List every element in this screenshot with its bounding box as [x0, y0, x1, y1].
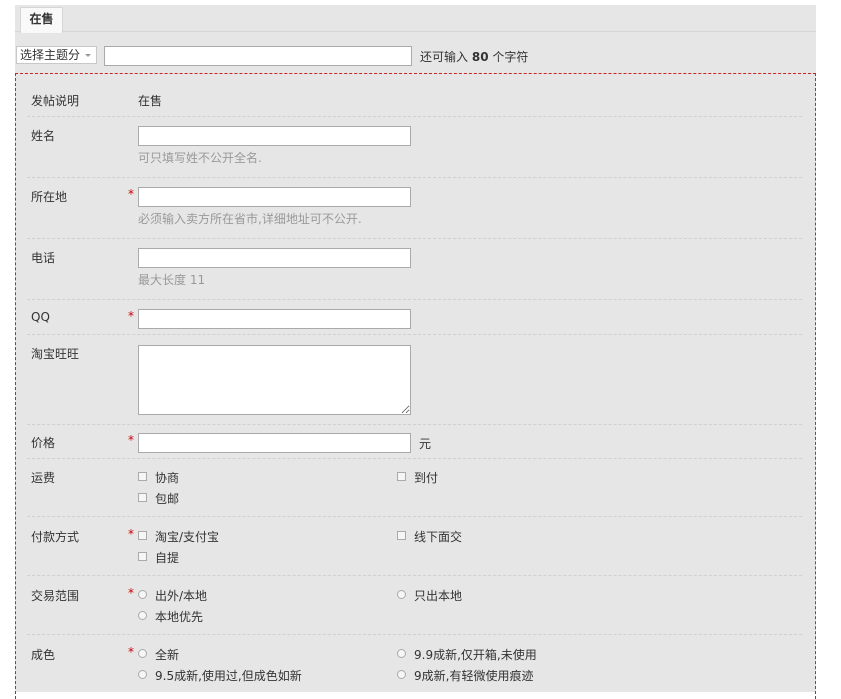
- checkbox[interactable]: [138, 493, 147, 502]
- subject-category-label: 选择主题分: [20, 48, 81, 62]
- notice-label: 发帖说明: [31, 94, 80, 108]
- char-hint-prefix: 还可输入: [420, 50, 469, 64]
- price-unit: 元: [419, 437, 432, 451]
- phone-help: 最大长度 11: [138, 273, 206, 287]
- radio[interactable]: [138, 590, 147, 599]
- wangwang-label: 淘宝旺旺: [31, 347, 80, 361]
- location-help: 必须输入卖方所在省市,详细地址可不公开.: [138, 212, 362, 226]
- chevron-down-icon: [85, 54, 91, 57]
- row-notice: 发帖说明 在售: [27, 92, 802, 117]
- option-label: 协商: [155, 471, 180, 485]
- option-label: 9.5成新,使用过,但成色如新: [155, 669, 302, 683]
- qq-label: QQ: [31, 310, 50, 324]
- option-label: 淘宝/支付宝: [155, 530, 220, 544]
- phone-input[interactable]: [138, 248, 411, 268]
- required-mark: *: [128, 645, 134, 659]
- char-hint-suffix: 个字符: [492, 50, 529, 64]
- row-payment: 付款方式 * 淘宝/支付宝 线下面交 自提: [27, 527, 802, 576]
- location-label: 所在地: [31, 190, 68, 204]
- checkbox[interactable]: [397, 472, 406, 481]
- shipping-label: 运费: [31, 471, 56, 485]
- required-mark: *: [128, 527, 134, 541]
- option-label: 线下面交: [414, 530, 463, 544]
- checkbox[interactable]: [138, 552, 147, 561]
- row-shipping: 运费 协商 到付 包邮: [27, 469, 802, 517]
- post-form-panel: 在售 选择主题分 还可输入 80 个字符 发帖说明 在售 姓名 可只填写姓不公开…: [15, 5, 816, 699]
- char-count-hint: 还可输入 80 个字符: [420, 48, 528, 65]
- payment-label: 付款方式: [31, 530, 80, 544]
- name-help: 可只填写姓不公开全名.: [138, 151, 262, 165]
- required-mark: *: [128, 187, 134, 201]
- required-mark: *: [128, 433, 134, 447]
- radio[interactable]: [397, 670, 406, 679]
- option-label: 出外/本地: [155, 589, 208, 603]
- radio[interactable]: [138, 670, 147, 679]
- checkbox[interactable]: [138, 531, 147, 540]
- option-label: 9成新,有轻微使用痕迹: [414, 669, 534, 683]
- row-name: 姓名 可只填写姓不公开全名.: [27, 126, 802, 178]
- tab-bar: 在售: [15, 5, 816, 33]
- option-label: 9.9成新,仅开箱,未使用: [414, 648, 537, 662]
- row-scope: 交易范围 * 出外/本地 只出本地 本地优先: [27, 586, 802, 635]
- subject-title-input[interactable]: [104, 46, 412, 66]
- price-input[interactable]: [138, 433, 411, 453]
- radio[interactable]: [397, 649, 406, 658]
- scope-label: 交易范围: [31, 589, 80, 603]
- required-mark: *: [128, 586, 134, 600]
- required-mark: *: [128, 309, 134, 323]
- option-label: 只出本地: [414, 589, 463, 603]
- row-condition: 成色 * 全新 9.9成新,仅开箱,未使用 9.5成新,使用过,但成色如新 9成…: [27, 645, 802, 698]
- row-location: 所在地 * 必须输入卖方所在省市,详细地址可不公开.: [27, 187, 802, 239]
- char-hint-count: 80: [471, 50, 489, 64]
- condition-label: 成色: [31, 648, 56, 662]
- notice-value: 在售: [138, 94, 163, 108]
- option-label: 自提: [155, 551, 180, 565]
- row-phone: 电话 最大长度 11: [27, 248, 802, 300]
- radio[interactable]: [138, 611, 147, 620]
- name-label: 姓名: [31, 129, 56, 143]
- location-input[interactable]: [138, 187, 411, 207]
- row-qq: QQ *: [27, 309, 802, 335]
- phone-label: 电话: [31, 251, 56, 265]
- checkbox[interactable]: [138, 472, 147, 481]
- radio[interactable]: [397, 590, 406, 599]
- price-label: 价格: [31, 436, 56, 450]
- option-label: 到付: [414, 471, 439, 485]
- wangwang-textarea[interactable]: [138, 345, 411, 415]
- qq-input[interactable]: [138, 309, 411, 329]
- option-label: 包邮: [155, 492, 180, 506]
- form-box: 发帖说明 在售 姓名 可只填写姓不公开全名. 所在地 * 必须输入卖方所在省市,…: [15, 73, 816, 699]
- row-wangwang: 淘宝旺旺: [27, 345, 802, 425]
- radio[interactable]: [138, 649, 147, 658]
- subject-category-select[interactable]: 选择主题分: [16, 46, 97, 64]
- name-input[interactable]: [138, 126, 411, 146]
- option-label: 本地优先: [155, 610, 204, 624]
- row-price: 价格 * 元: [27, 433, 802, 459]
- option-label: 全新: [155, 648, 180, 662]
- tab-on-sale[interactable]: 在售: [20, 7, 63, 33]
- checkbox[interactable]: [397, 531, 406, 540]
- subject-bar: 选择主题分 还可输入 80 个字符: [15, 45, 816, 67]
